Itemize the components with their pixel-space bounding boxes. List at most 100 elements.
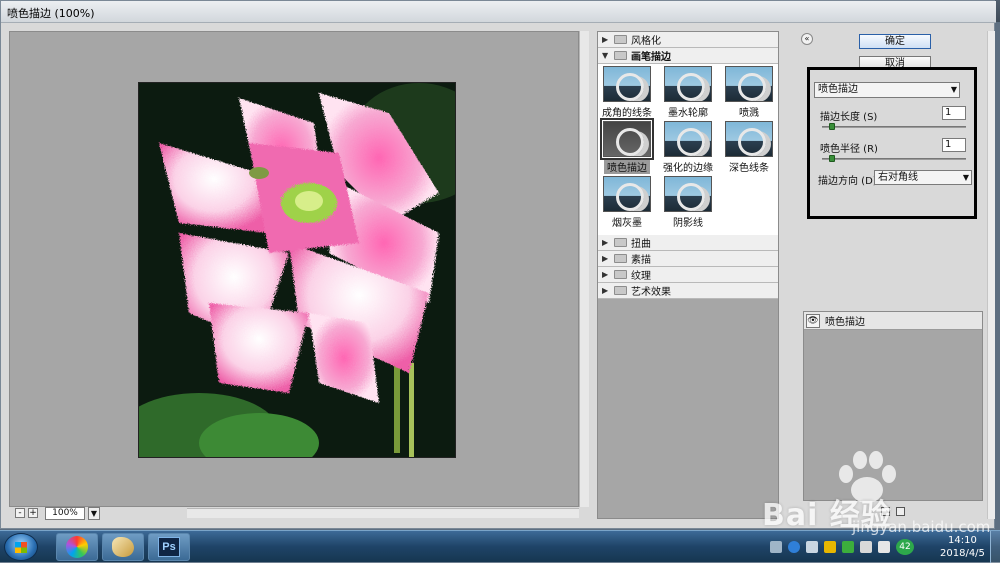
folder-icon [614, 35, 627, 44]
system-tray: 42 [770, 539, 914, 555]
clock-date: 2018/4/5 [940, 548, 985, 559]
category-label: 扭曲 [631, 239, 651, 250]
dropdown-arrow-icon: ▼ [962, 173, 969, 182]
stroke-length-label: 描边长度 (S) [820, 112, 878, 123]
stroke-direction-select[interactable]: 右对角线 ▼ [874, 170, 972, 185]
spray-radius-label: 喷色半径 (R) [820, 144, 878, 155]
category-brush-strokes[interactable]: ▼ 画笔描边 [598, 48, 778, 64]
category-distort[interactable]: ▶ 扭曲 [598, 235, 778, 251]
effect-layer-row[interactable]: 👁 喷色描边 [804, 312, 982, 330]
zoom-out-button[interactable]: - [15, 508, 25, 518]
category-label: 纹理 [631, 271, 651, 282]
expand-triangle-icon: ▶ [602, 286, 609, 295]
photoshop-icon: Ps [158, 537, 180, 557]
stroke-direction-value: 右对角线 [878, 172, 918, 183]
stroke-direction-label: 描边方向 (D): [818, 176, 881, 187]
filter-thumb-label: 深色线条 [729, 163, 769, 174]
filter-thumbnail-image [725, 121, 773, 157]
stroke-length-slider[interactable] [822, 123, 966, 130]
delete-effect-layer-icon[interactable] [896, 507, 905, 516]
category-stylize[interactable]: ▶ 风格化 [598, 32, 778, 48]
preview-horizontal-scrollbar[interactable] [187, 508, 579, 518]
filter-thumb-dark-strokes[interactable]: 深色线条 [719, 121, 779, 174]
zoom-dropdown-button[interactable]: ▼ [88, 506, 100, 520]
eye-visibility-icon[interactable]: 👁 [806, 313, 820, 328]
category-sketch[interactable]: ▶ 素描 [598, 251, 778, 267]
layer-actions [881, 507, 905, 516]
dialog-titlebar[interactable]: 喷色描边 (100%) [1, 1, 996, 23]
filter-thumb-accented-edges[interactable]: 成角的线条 [597, 66, 657, 119]
category-label: 艺术效果 [631, 287, 671, 298]
paint-palette-icon [112, 537, 134, 557]
category-texture[interactable]: ▶ 纹理 [598, 267, 778, 283]
preview-vertical-scrollbar[interactable] [579, 31, 589, 507]
category-artistic[interactable]: ▶ 艺术效果 [598, 283, 778, 299]
filter-thumb-emphasized-edges[interactable]: 强化的边缘 [658, 121, 718, 174]
taskbar-app-photoshop[interactable]: Ps [148, 533, 190, 561]
expand-triangle-icon: ▶ [602, 238, 609, 247]
filter-thumbnail-image [603, 176, 651, 212]
filter-thumb-sumi-e[interactable]: 烟灰墨 [597, 176, 657, 229]
filter-thumb-label: 喷色描边 [604, 159, 650, 174]
filter-thumbnail-image [664, 66, 712, 102]
filter-thumbnail-image [664, 176, 712, 212]
filter-settings-box: 喷色描边 ▼ 描边长度 (S) 1 喷色半径 (R) 1 描边方向 (D): 右… [807, 67, 977, 219]
update-icon[interactable] [842, 541, 854, 553]
category-label: 素描 [631, 255, 651, 266]
filter-thumb-label: 阴影线 [673, 218, 703, 229]
clock-time: 14:10 [948, 535, 977, 546]
filter-thumb-spatter[interactable]: 喷溅 [719, 66, 779, 119]
network-icon[interactable] [860, 541, 872, 553]
expand-triangle-icon: ▶ [602, 35, 609, 44]
effect-layer-label: 喷色描边 [825, 317, 865, 328]
stroke-length-input[interactable]: 1 [942, 106, 966, 120]
spray-radius-input[interactable]: 1 [942, 138, 966, 152]
system-clock[interactable]: 14:10 2018/4/5 [940, 534, 985, 560]
filter-thumbnail-image [600, 118, 654, 160]
notification-badge[interactable]: 42 [896, 539, 914, 555]
taskbar-app-picasa[interactable] [56, 533, 98, 561]
filter-thumb-crosshatch[interactable]: 阴影线 [658, 176, 718, 229]
filter-thumbnail-image [725, 66, 773, 102]
filter-thumb-ink-outlines[interactable]: 墨水轮廓 [658, 66, 718, 119]
zoom-in-button[interactable]: + [28, 508, 38, 518]
filter-thumb-label: 喷溅 [739, 108, 759, 119]
filter-type-select[interactable]: 喷色描边 ▼ [814, 82, 960, 98]
filter-thumb-sprayed-strokes[interactable]: 喷色描边 [597, 118, 657, 174]
filter-type-value: 喷色描边 [818, 84, 858, 95]
preview-image [138, 82, 456, 458]
zoom-level-field[interactable]: 100% [45, 506, 85, 520]
ok-button[interactable]: 确定 [859, 34, 931, 49]
category-label: 画笔描边 [631, 52, 671, 63]
help-icon[interactable] [788, 541, 800, 553]
dropdown-arrow-icon: ▼ [950, 85, 957, 94]
expand-triangle-icon: ▶ [602, 254, 609, 263]
preview-area[interactable] [9, 31, 579, 507]
filter-thumb-label: 墨水轮廓 [668, 108, 708, 119]
zoom-controls: - + 100% ▼ [15, 506, 100, 520]
folder-icon [614, 254, 627, 263]
collapse-gallery-button[interactable]: « [801, 33, 813, 45]
volume-icon[interactable] [878, 541, 890, 553]
new-effect-layer-icon[interactable] [881, 507, 890, 516]
collapse-triangle-icon: ▼ [602, 51, 609, 60]
folder-icon [614, 238, 627, 247]
show-desktop-button[interactable] [990, 531, 1000, 563]
spray-radius-slider[interactable] [822, 155, 966, 162]
start-button[interactable] [4, 533, 38, 561]
right-scrollbar[interactable] [987, 31, 995, 519]
folder-icon [614, 270, 627, 279]
security-icon[interactable] [824, 541, 836, 553]
tray-expand-icon[interactable] [806, 541, 818, 553]
keyboard-icon[interactable] [770, 541, 782, 553]
taskbar-app-paint[interactable] [102, 533, 144, 561]
category-label: 风格化 [631, 36, 661, 47]
slider-handle[interactable] [829, 123, 835, 130]
filter-gallery-dialog: 喷色描边 (100%) - + 100% ▼ ▶ 风格化 ▼ 画笔描边 成角的线… [0, 0, 996, 529]
filter-thumbnail-image [603, 66, 651, 102]
filter-thumb-label: 强化的边缘 [663, 163, 713, 174]
slider-handle[interactable] [829, 155, 835, 162]
windows-taskbar: Ps 42 14:10 2018/4/5 [0, 530, 1000, 563]
expand-triangle-icon: ▶ [602, 270, 609, 279]
filter-thumbnail-image [664, 121, 712, 157]
